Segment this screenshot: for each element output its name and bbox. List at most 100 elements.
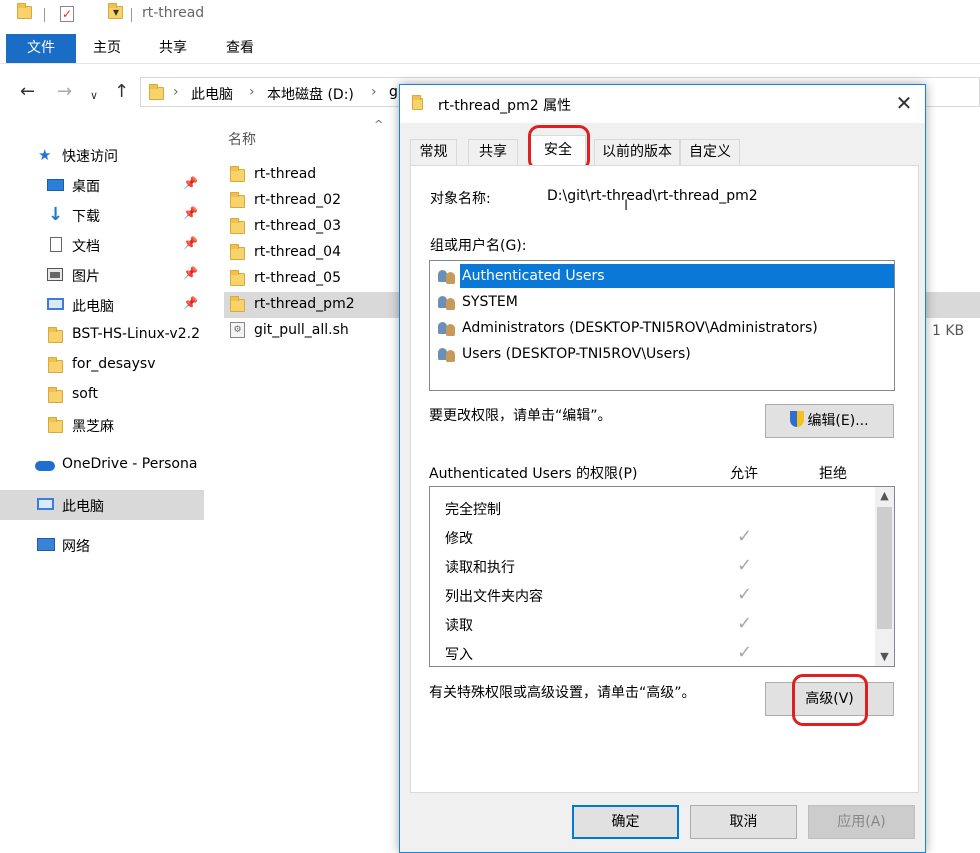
nav-desktop[interactable]: 桌面 📌 <box>0 170 204 200</box>
back-arrow-icon[interactable]: ← <box>20 82 35 102</box>
file-name: git_pull_all.sh <box>254 322 349 338</box>
nav-folder-bst[interactable]: BST-HS-Linux-v2.2 <box>0 320 204 350</box>
chevron-right-icon[interactable]: › <box>173 84 179 100</box>
tab-sharing[interactable]: 共享 <box>468 139 518 165</box>
edit-button[interactable]: 编辑(E)... <box>765 404 894 438</box>
nav-folder-soft[interactable]: soft <box>0 380 204 410</box>
nav-this-pc[interactable]: 此电脑 <box>0 490 204 520</box>
folder-icon <box>230 192 245 208</box>
script-file-icon: ⚙ <box>230 322 245 338</box>
nav-label: 网络 <box>62 539 90 555</box>
user-row-system[interactable]: SYSTEM <box>434 289 892 315</box>
nav-label: 桌面 <box>72 179 100 195</box>
chevron-down-icon[interactable]: ▾ <box>113 5 119 19</box>
advanced-hint: 有关特殊权限或高级设置，请单击“高级”。 <box>429 685 696 701</box>
nav-this-pc-pinned[interactable]: 此电脑 📌 <box>0 290 204 320</box>
folder-icon <box>230 270 245 286</box>
user-name: Administrators (DESKTOP-TNI5ROV\Administ… <box>462 320 818 336</box>
breadcrumb-drive-d[interactable]: 本地磁盘 (D:) <box>267 84 354 104</box>
user-name: Authenticated Users <box>460 264 894 288</box>
chevron-right-icon[interactable]: › <box>249 84 255 100</box>
download-icon: ↓ <box>48 204 64 225</box>
permission-name: 读取和执行 <box>445 560 515 576</box>
ok-button[interactable]: 确定 <box>572 805 679 839</box>
desktop-icon <box>47 179 64 191</box>
tab-previous-versions[interactable]: 以前的版本 <box>594 139 680 165</box>
forward-arrow-icon[interactable]: → <box>57 82 72 102</box>
nav-label: 下载 <box>72 209 100 225</box>
nav-documents[interactable]: 文档 📌 <box>0 230 204 260</box>
column-header-name[interactable]: 名称 <box>228 129 256 149</box>
file-name: rt-thread <box>254 166 317 182</box>
up-arrow-icon[interactable]: ↑ <box>114 82 129 102</box>
nav-label: 此电脑 <box>62 499 104 515</box>
permission-name: 完全控制 <box>445 502 501 518</box>
nav-downloads[interactable]: ↓ 下载 📌 <box>0 200 204 230</box>
permission-name: 写入 <box>445 647 473 663</box>
user-name: SYSTEM <box>462 294 518 310</box>
nav-pictures[interactable]: 图片 📌 <box>0 260 204 290</box>
object-name-value: D:\git\rt-thread\rt-thread_pm2 <box>547 188 758 204</box>
document-icon <box>50 237 62 252</box>
file-size: 1 KB <box>932 323 965 339</box>
check-icon: ✓ <box>737 584 753 605</box>
permission-row: 修改 ✓ <box>430 523 875 552</box>
permissions-header: Authenticated Users 的权限(P) <box>429 466 638 482</box>
user-row-administrators[interactable]: Administrators (DESKTOP-TNI5ROV\Administ… <box>434 315 892 341</box>
folder-icon <box>17 3 32 19</box>
tab-security[interactable]: 安全 <box>530 135 586 165</box>
vertical-scrollbar[interactable]: ▲ ▼ <box>875 487 894 666</box>
nav-folder-heizhima[interactable]: 黑芝麻 <box>0 410 204 440</box>
pin-icon[interactable]: 📌 <box>183 296 198 310</box>
computer-icon <box>47 298 64 310</box>
groups-label: 组或用户名(G): <box>430 238 527 254</box>
breadcrumb-git[interactable]: g <box>389 84 398 100</box>
folder-icon <box>48 357 63 373</box>
nav-label: 图片 <box>72 269 100 285</box>
chevron-right-icon[interactable]: › <box>371 84 377 100</box>
nav-quick-access[interactable]: ★ 快速访问 <box>0 140 204 170</box>
nav-network[interactable]: 网络 <box>0 530 204 560</box>
scroll-thumb[interactable] <box>877 507 892 629</box>
user-row-authenticated-users[interactable]: Authenticated Users <box>434 263 894 289</box>
breadcrumb-this-pc[interactable]: 此电脑 <box>191 84 233 104</box>
apply-button[interactable]: 应用(A) <box>808 805 915 839</box>
nav-folder-desaysv[interactable]: for_desaysv <box>0 350 204 380</box>
file-name: rt-thread_04 <box>254 244 342 260</box>
pin-icon[interactable]: 📌 <box>183 176 198 190</box>
properties-icon[interactable]: ✓ <box>60 6 74 22</box>
user-list[interactable]: Authenticated Users SYSTEM Administrator… <box>429 260 895 391</box>
network-icon <box>37 538 55 551</box>
scroll-down-icon[interactable]: ▼ <box>875 648 894 666</box>
pin-icon[interactable]: 📌 <box>183 236 198 250</box>
pin-icon[interactable]: 📌 <box>183 266 198 280</box>
nav-onedrive[interactable]: OneDrive - Persona <box>0 450 204 480</box>
pin-icon[interactable]: 📌 <box>183 206 198 220</box>
advanced-button[interactable]: 高级(V) <box>765 682 894 716</box>
tab-customize[interactable]: 自定义 <box>680 139 740 165</box>
picture-icon <box>47 268 63 281</box>
folder-icon <box>48 387 63 403</box>
scroll-up-icon[interactable]: ▲ <box>875 487 894 505</box>
recent-locations-icon[interactable]: ∨ <box>90 86 98 106</box>
allow-header: 允许 <box>730 466 758 482</box>
permission-name: 列出文件夹内容 <box>445 589 543 605</box>
ribbon-tab-share[interactable]: 共享 <box>159 34 187 63</box>
file-name: rt-thread_03 <box>254 218 342 234</box>
deny-header: 拒绝 <box>819 466 847 482</box>
tab-general[interactable]: 常规 <box>410 139 457 165</box>
users-icon <box>438 268 458 284</box>
user-row-users[interactable]: Users (DESKTOP-TNI5ROV\Users) <box>434 341 892 367</box>
close-icon[interactable]: ✕ <box>890 90 918 118</box>
ribbon-tab-view[interactable]: 查看 <box>226 34 254 63</box>
ribbon-tab-file[interactable]: 文件 <box>6 34 76 63</box>
ribbon-tab-home[interactable]: 主页 <box>93 34 121 63</box>
dialog-titlebar[interactable]: rt-thread_pm2 属性 ✕ <box>400 85 925 123</box>
nav-label: 此电脑 <box>72 299 114 315</box>
nav-label: for_desaysv <box>72 356 156 372</box>
edit-hint: 要更改权限，请单击“编辑”。 <box>429 408 612 424</box>
check-icon: ✓ <box>737 642 753 663</box>
cancel-button[interactable]: 取消 <box>690 805 797 839</box>
permission-list[interactable]: 完全控制 修改 ✓ 读取和执行 ✓ 列出文件夹内容 ✓ 读取 ✓ 写入 ✓ ▲ … <box>429 486 895 667</box>
permission-row: 完全控制 <box>430 494 875 523</box>
